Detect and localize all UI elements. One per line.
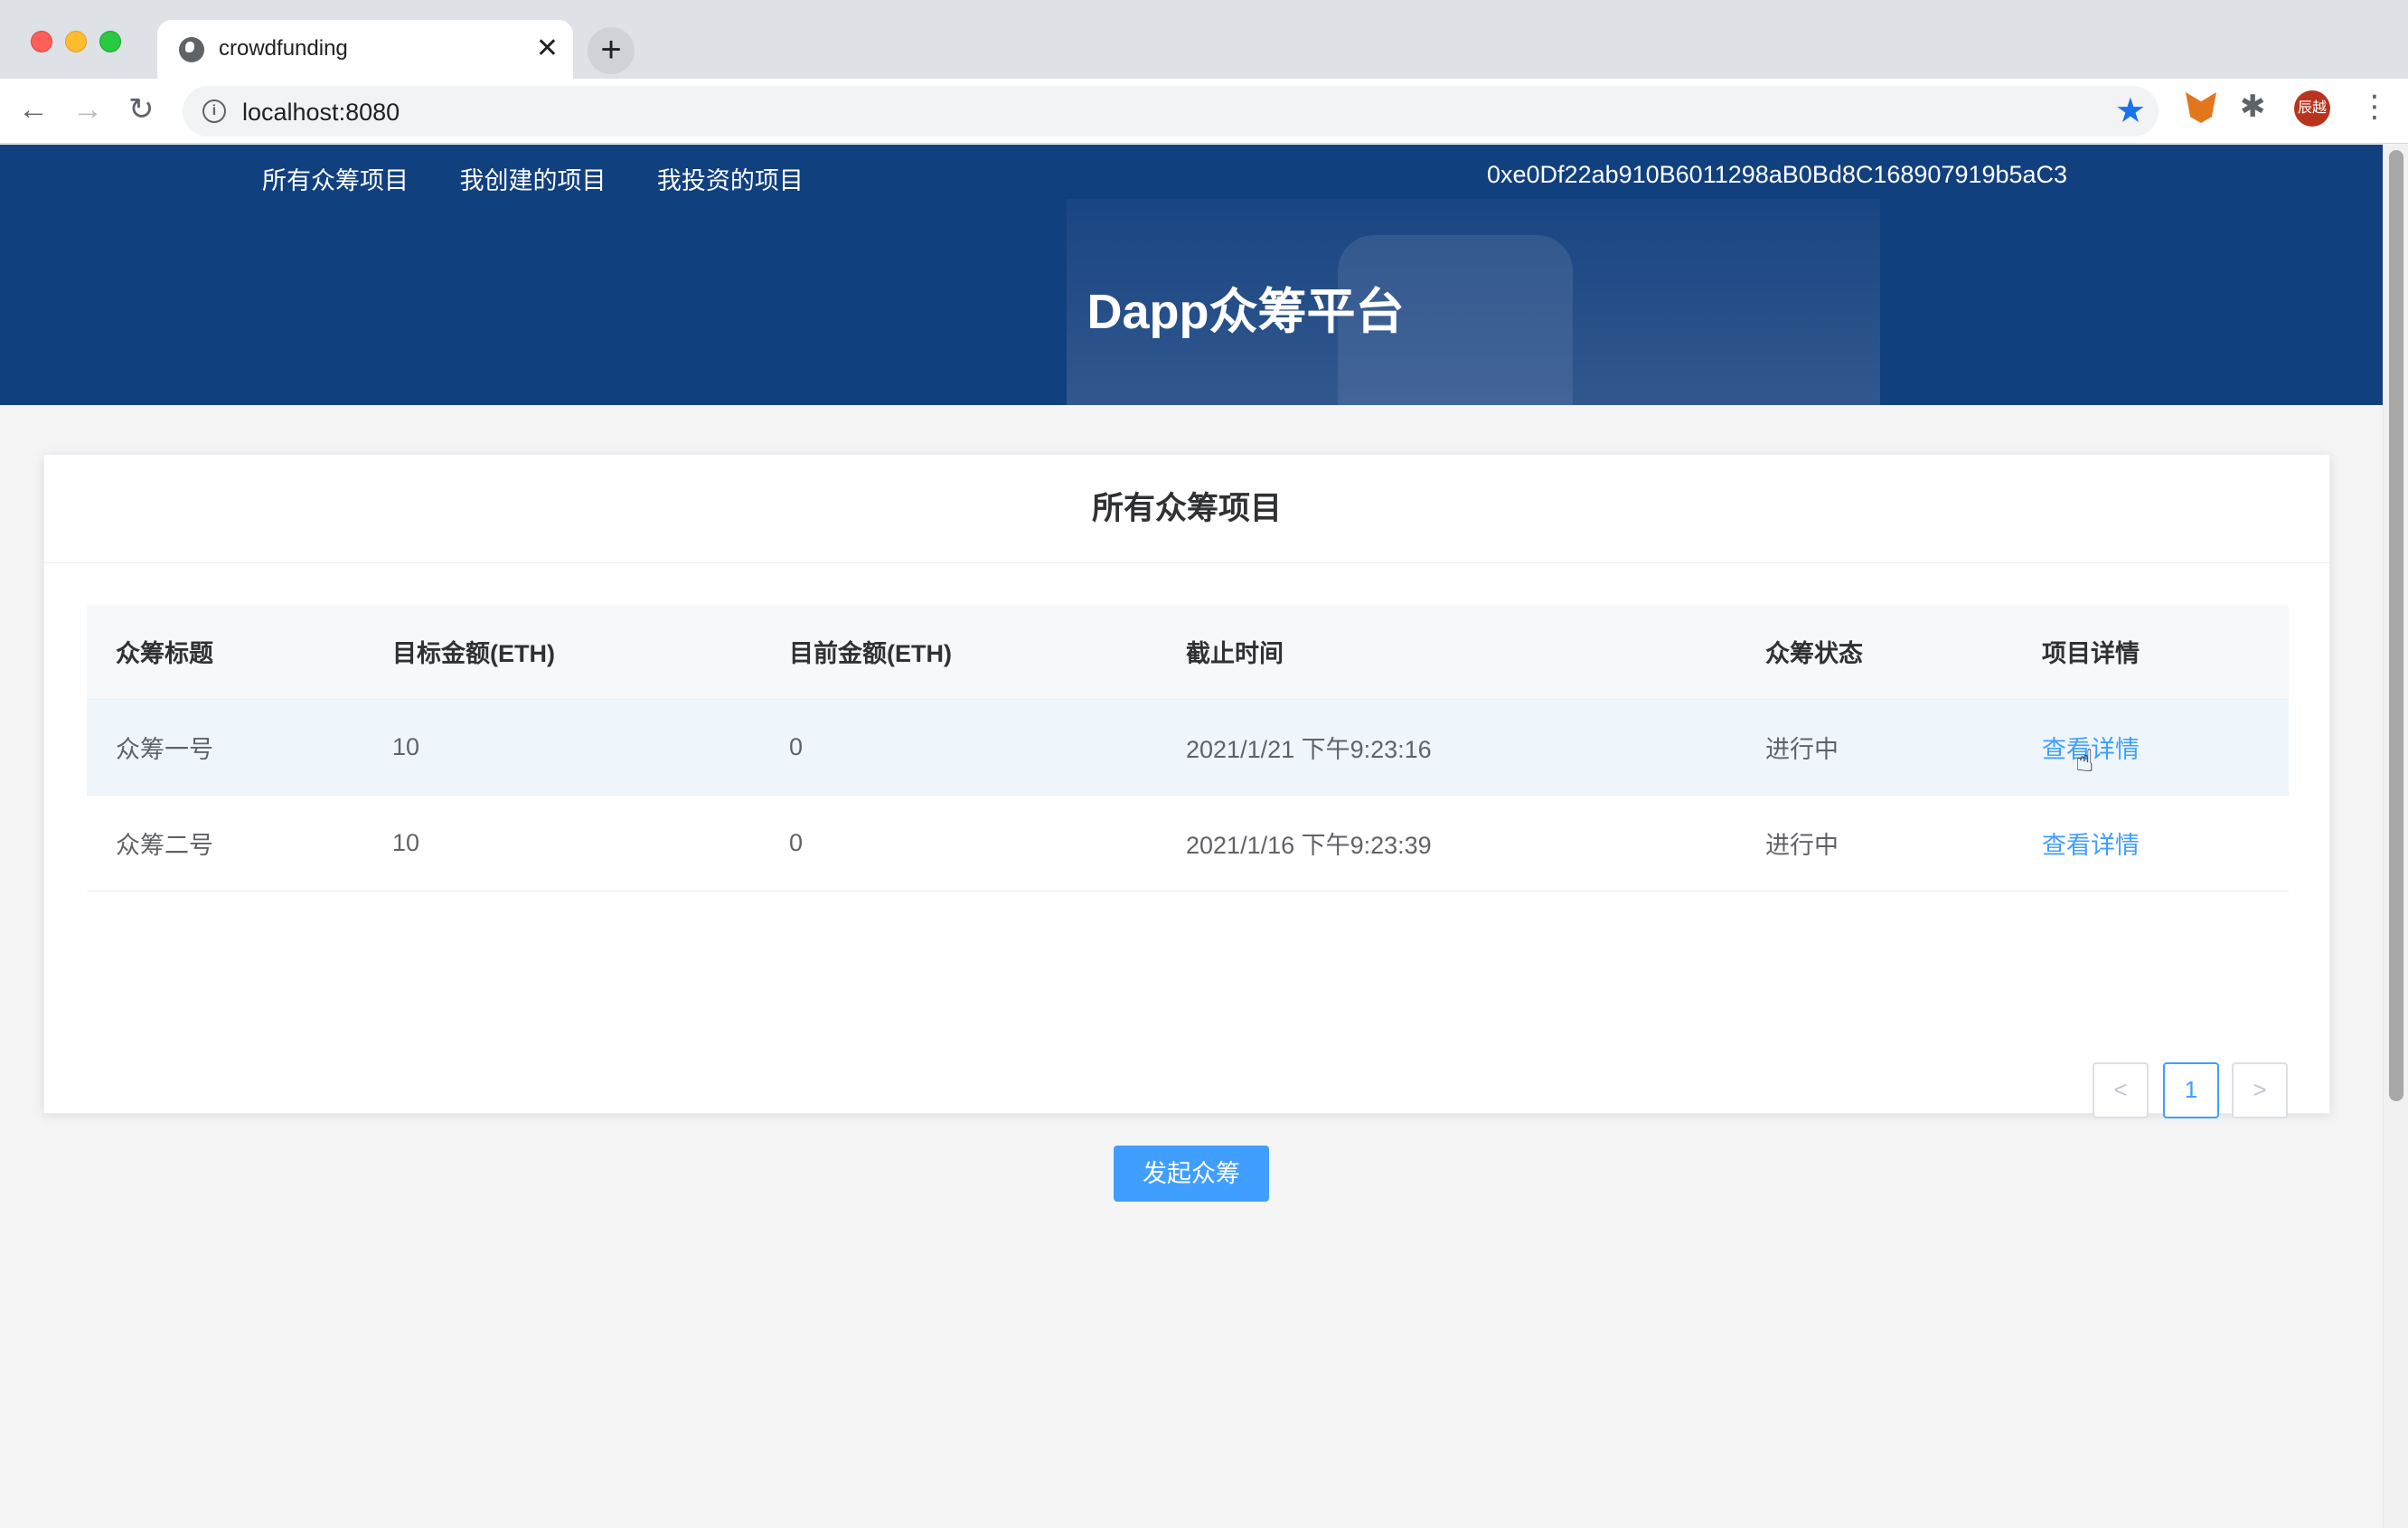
minimize-window-button[interactable]: [65, 31, 87, 52]
address-bar[interactable]: i localhost:8080 ★: [183, 86, 2159, 137]
back-icon[interactable]: ←: [18, 91, 49, 127]
nav-my-invested-projects[interactable]: 我投资的项目: [657, 161, 804, 196]
close-window-button[interactable]: [31, 31, 52, 52]
extensions-icon[interactable]: ✱: [2240, 89, 2266, 125]
card-title: 所有众筹项目: [44, 455, 2329, 563]
launch-crowdfunding-button[interactable]: 发起众筹: [1114, 1146, 1269, 1202]
table-header-row: 众筹标题 目标金额(ETH) 目前金额(ETH) 截止时间 众筹状态 项目详情: [87, 605, 2289, 700]
cell-goal: 10: [363, 699, 760, 796]
tab-title: crowdfunding: [219, 36, 348, 61]
column-header: 项目详情: [2013, 605, 2289, 700]
account-address: 0xe0Df22ab910B6011298aB0Bd8C168907919b5a…: [1487, 161, 2068, 188]
nav-my-created-projects[interactable]: 我创建的项目: [459, 161, 606, 196]
column-header: 众筹标题: [87, 605, 363, 700]
globe-icon: [179, 37, 204, 62]
cell-status: 进行中: [1736, 699, 2013, 796]
table-row: 众筹一号 10 0 2021/1/21 下午9:23:16 进行中 查看详情: [87, 699, 2289, 796]
next-page-button[interactable]: >: [2232, 1062, 2288, 1118]
reload-icon[interactable]: ↻: [128, 91, 155, 127]
forward-icon[interactable]: →: [72, 91, 103, 127]
cell-current: 0: [760, 699, 1157, 796]
cell-goal: 10: [363, 795, 760, 891]
column-header: 众筹状态: [1736, 605, 2013, 700]
new-tab-button[interactable]: +: [588, 27, 635, 74]
close-tab-icon[interactable]: ✕: [536, 33, 559, 65]
top-navigation: 所有众筹项目 我创建的项目 我投资的项目: [262, 161, 851, 196]
column-header: 目前金额(ETH): [760, 605, 1157, 700]
hero-banner: 所有众筹项目 我创建的项目 我投资的项目 0xe0Df22ab910B60112…: [0, 145, 2383, 405]
table-row: 众筹二号 10 0 2021/1/16 下午9:23:39 进行中 查看详情: [87, 795, 2289, 891]
view-details-link[interactable]: 查看详情: [2042, 832, 2140, 859]
profile-avatar[interactable]: 辰越: [2294, 90, 2330, 127]
prev-page-button[interactable]: <: [2093, 1062, 2149, 1118]
site-info-icon[interactable]: i: [202, 99, 226, 123]
cell-deadline: 2021/1/16 下午9:23:39: [1157, 795, 1736, 891]
cell-current: 0: [760, 795, 1157, 891]
column-header: 目标金额(ETH): [363, 605, 760, 700]
scrollbar-thumb[interactable]: [2389, 150, 2403, 1101]
page-number-button[interactable]: 1: [2163, 1062, 2219, 1118]
cell-status: 进行中: [1736, 795, 2013, 891]
browser-tab[interactable]: crowdfunding ✕: [157, 20, 573, 80]
cell-title: 众筹一号: [87, 699, 363, 796]
column-header: 截止时间: [1157, 605, 1736, 700]
page-title: Dapp众筹平台: [1086, 285, 1405, 339]
nav-all-projects[interactable]: 所有众筹项目: [262, 161, 409, 196]
page-viewport: 所有众筹项目 我创建的项目 我投资的项目 0xe0Df22ab910B60112…: [0, 145, 2383, 1528]
menu-icon[interactable]: ⋮: [2359, 89, 2390, 125]
url-text[interactable]: localhost:8080: [242, 99, 400, 127]
tab-strip: crowdfunding ✕ +: [0, 0, 2408, 80]
page-scrollbar[interactable]: [2383, 145, 2408, 1528]
bookmark-star-icon[interactable]: ★: [2115, 91, 2146, 131]
browser-toolbar: ← → ↻ i localhost:8080 ★: [0, 79, 2408, 144]
cell-deadline: 2021/1/21 下午9:23:16: [1157, 699, 1736, 796]
cell-detail: 查看详情: [2013, 699, 2289, 796]
projects-table: 众筹标题 目标金额(ETH) 目前金额(ETH) 截止时间 众筹状态 项目详情 …: [87, 605, 2289, 891]
projects-card: 所有众筹项目 众筹标题 目标金额(ETH) 目前金额(ETH) 截止时间 众筹状…: [43, 454, 2330, 1202]
maximize-window-button[interactable]: [99, 31, 121, 52]
pointer-cursor-icon: ☝: [2075, 744, 2094, 778]
cell-title: 众筹二号: [87, 795, 363, 891]
cell-detail: 查看详情: [2013, 795, 2289, 891]
